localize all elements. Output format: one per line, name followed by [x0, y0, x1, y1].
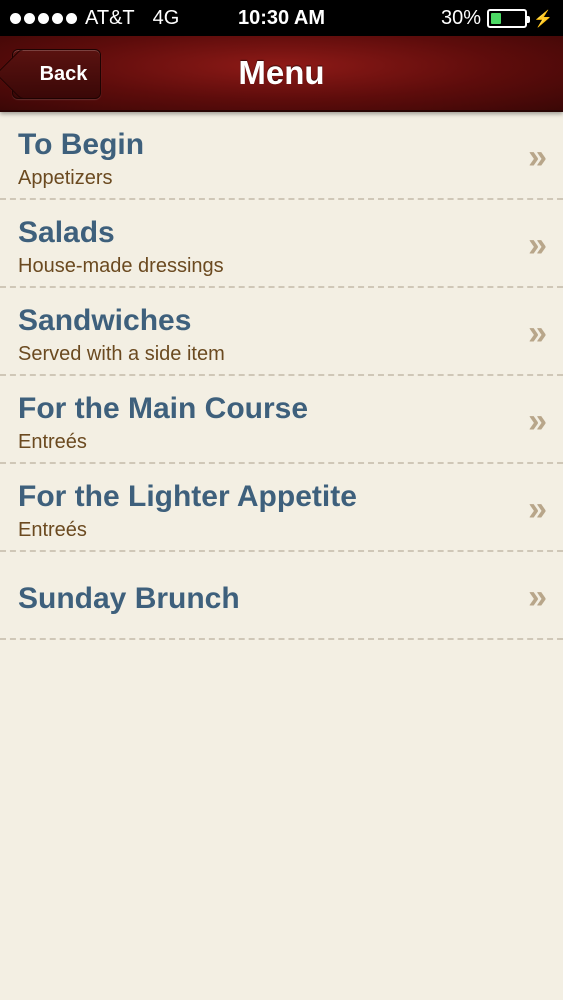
menu-item[interactable]: Sunday Brunch » [0, 552, 563, 640]
menu-item[interactable]: Sandwiches Served with a side item » [0, 288, 563, 376]
menu-item[interactable]: To Begin Appetizers » [0, 112, 563, 200]
status-bar: AT&T 4G 10:30 AM 30% ⚡ [0, 0, 563, 36]
menu-item-subtitle: Served with a side item [18, 343, 225, 365]
menu-item-subtitle: Entreés [18, 519, 87, 541]
menu-list: To Begin Appetizers » Salads House-made dres… [0, 112, 563, 640]
menu-item[interactable]: Salads House-made dressings » [0, 200, 563, 288]
menu-item-subtitle: Appetizers [18, 167, 113, 189]
nav-bar: Back Menu [0, 36, 563, 112]
chevron-right-icon: » [528, 138, 547, 176]
chevron-right-icon: » [528, 226, 547, 264]
charging-bolt-icon: ⚡ [533, 10, 553, 28]
menu-item-title: Salads [18, 216, 115, 249]
menu-item-subtitle: House-made dressings [18, 255, 224, 277]
chevron-right-icon: » [528, 314, 547, 352]
chevron-right-icon: » [528, 578, 547, 616]
menu-item-title: To Begin [18, 128, 145, 161]
battery-fill [491, 13, 501, 24]
battery-percent: 30% [441, 7, 482, 29]
status-right: 30% ⚡ [441, 7, 553, 30]
menu-item-subtitle: Entreés [18, 431, 87, 453]
back-button-label: Back [39, 62, 88, 85]
battery-icon [487, 9, 531, 28]
menu-item[interactable]: For the Lighter Appetite Entreés » [0, 464, 563, 552]
menu-item-title: Sandwiches [18, 304, 192, 337]
menu-item-title: For the Lighter Appetite [18, 480, 357, 513]
menu-item-title: For the Main Course [18, 392, 309, 425]
menu-item-title: Sunday Brunch [18, 582, 240, 615]
menu-item[interactable]: For the Main Course Entreés » [0, 376, 563, 464]
chevron-right-icon: » [528, 402, 547, 440]
chevron-right-icon: » [528, 490, 547, 528]
